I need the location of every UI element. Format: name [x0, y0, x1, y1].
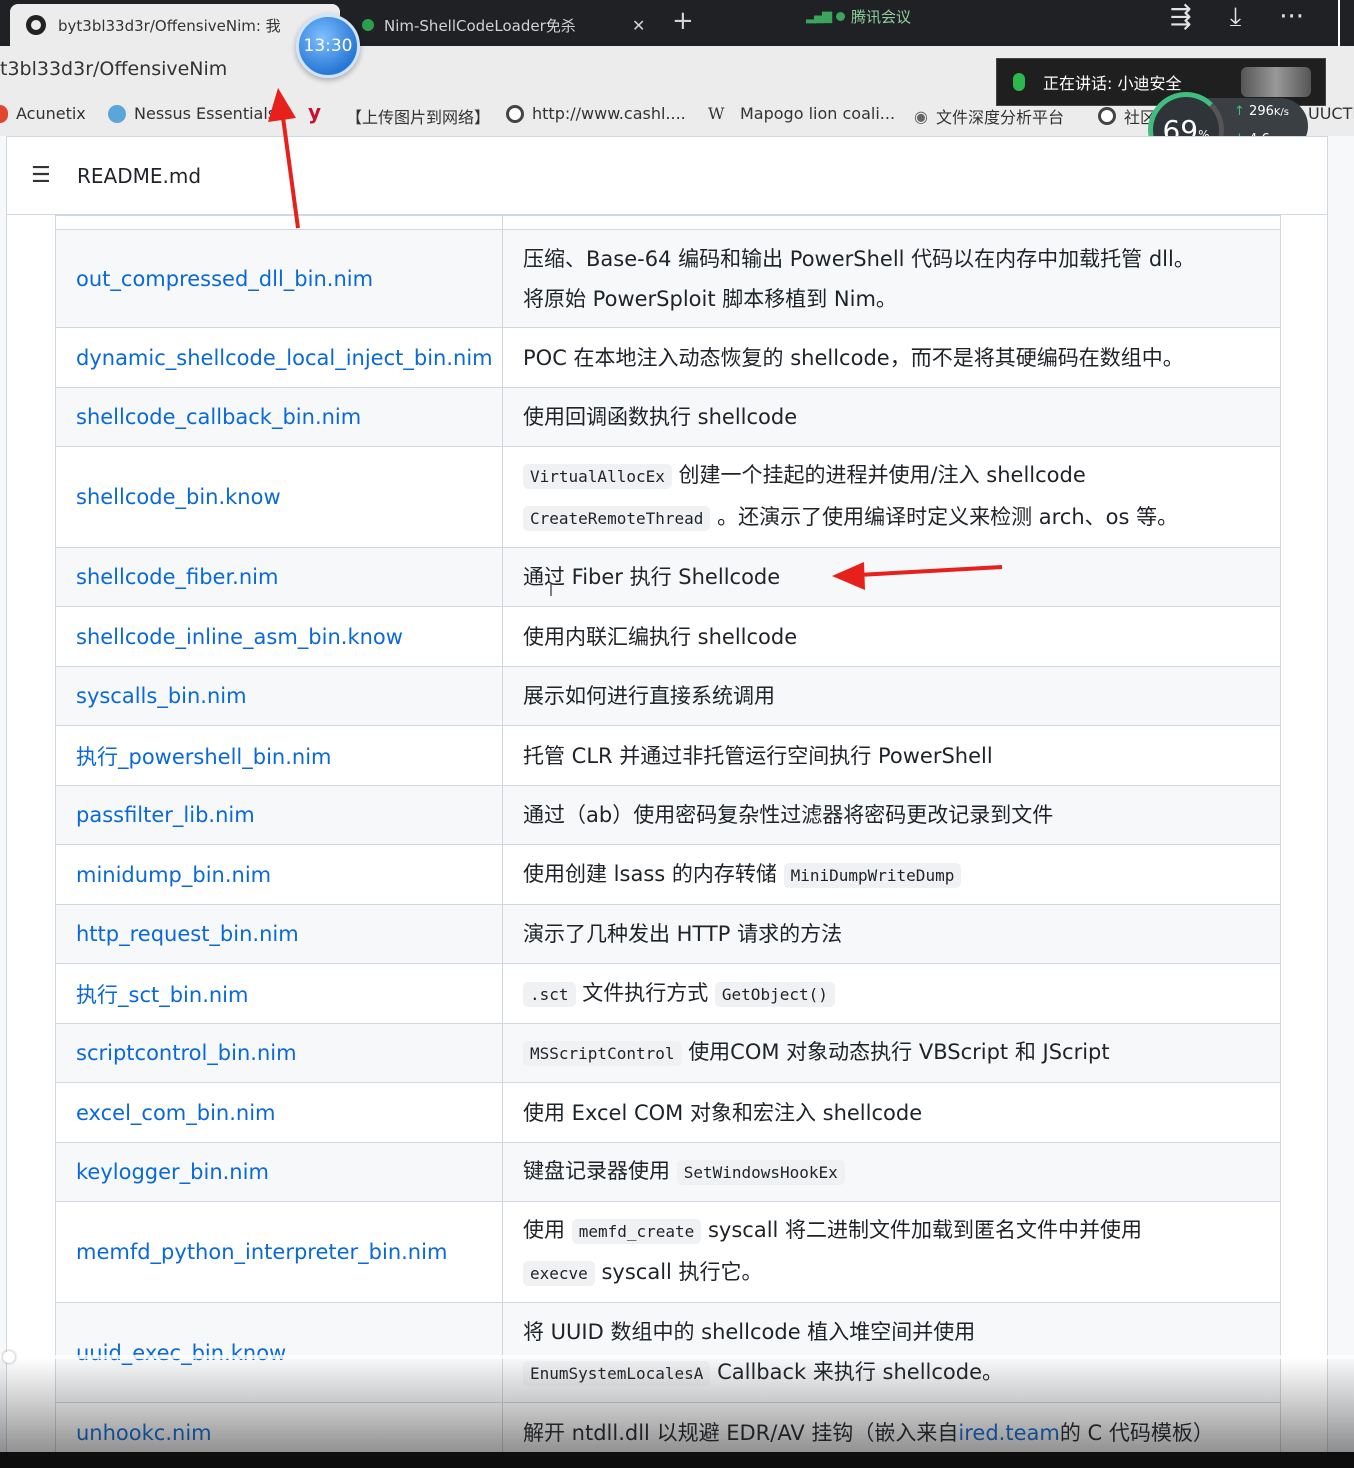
player-bottom-bar [0, 1452, 1354, 1468]
red-arrow-up-icon [268, 88, 300, 229]
screen: byt3bl33d3r/OffensiveNim: 我 Nim-ShellCod… [0, 0, 1354, 1468]
video-progress-handle[interactable] [3, 1351, 15, 1363]
red-arrow-left-icon [832, 562, 1003, 590]
annotation-layer [268, 88, 1003, 596]
video-progress-bar[interactable] [0, 1355, 1354, 1359]
